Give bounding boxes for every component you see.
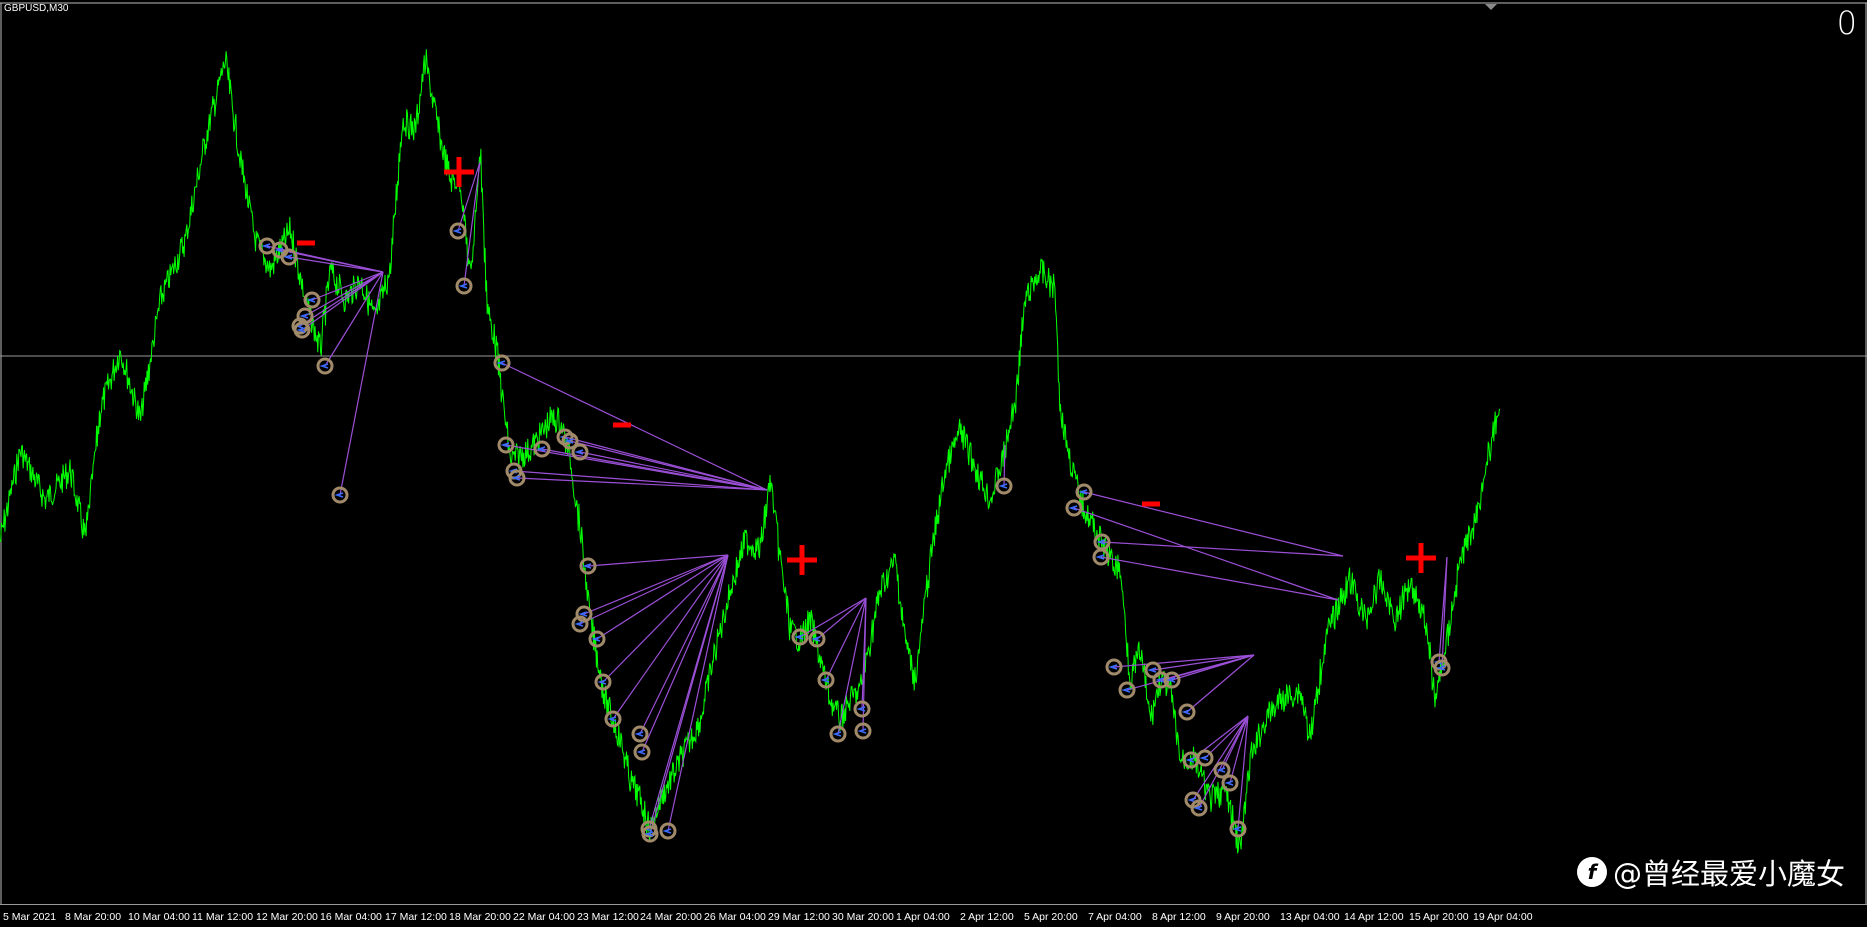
right-corner-label: 0 [1836, 4, 1857, 42]
time-axis-label: 17 Mar 12:00 [385, 911, 447, 923]
time-axis-label: 18 Mar 20:00 [449, 911, 511, 923]
time-axis-label: 2 Apr 12:00 [960, 911, 1014, 923]
time-axis-label: 1 Apr 04:00 [896, 911, 950, 923]
trade-line [1101, 541, 1344, 557]
plus-signal-icon [787, 545, 817, 575]
minus-signal-icon [613, 422, 631, 428]
trade-line [541, 448, 768, 491]
time-axis-label: 30 Mar 20:00 [832, 911, 894, 923]
trade-line [463, 161, 481, 287]
time-axis-label: 10 Mar 04:00 [128, 911, 190, 923]
time-axis-label: 29 Mar 12:00 [768, 911, 830, 923]
watermark-logo-icon: f [1576, 857, 1607, 887]
watermark-text: @曾经最爱小魔女 [1612, 857, 1845, 891]
time-axis-label: 7 Apr 04:00 [1088, 911, 1142, 923]
time-axis-label: 15 Apr 20:00 [1409, 911, 1469, 923]
time-axis-label: 16 Mar 04:00 [320, 911, 382, 923]
watermark: f @曾经最爱小魔女 [1576, 851, 1845, 893]
time-axis-label: 22 Mar 04:00 [513, 911, 575, 923]
trade-line [1083, 491, 1344, 557]
trade-line [579, 451, 768, 491]
time-axis-label: 8 Apr 12:00 [1152, 911, 1206, 923]
time-axis-label: 23 Mar 12:00 [577, 911, 639, 923]
time-axis-label: 12 Mar 20:00 [256, 911, 318, 923]
price-chart[interactable] [0, 0, 1867, 905]
time-axis-label: 19 Apr 04:00 [1473, 911, 1533, 923]
minus-signal-icon [1142, 501, 1160, 507]
chart-shift-marker-icon[interactable] [1485, 4, 1497, 10]
time-axis-label: 11 Mar 12:00 [192, 911, 254, 923]
chart-window[interactable]: GBPUSD,M30 0 5 Mar 2021 8 Mar 20:00 10 Mar… [0, 0, 1867, 927]
trade-markers[interactable] [258, 222, 1451, 843]
price-line [0, 49, 1501, 854]
trade-line [1204, 715, 1249, 759]
symbol-title: GBPUSD,M30 [4, 3, 69, 14]
trade-line [1100, 556, 1339, 601]
time-axis: 5 Mar 2021 8 Mar 20:00 10 Mar 04:00 11 Mar … [0, 904, 1867, 927]
time-axis-label: 14 Apr 12:00 [1344, 911, 1404, 923]
trade-line [339, 271, 384, 496]
time-axis-label: 24 Mar 20:00 [640, 911, 702, 923]
signal-marks [297, 157, 1436, 575]
time-axis-label: 13 Apr 04:00 [1280, 911, 1340, 923]
time-axis-label: 9 Apr 20:00 [1216, 911, 1270, 923]
minus-signal-icon [297, 240, 315, 246]
trade-line [288, 256, 384, 273]
time-axis-label: 8 Mar 20:00 [65, 911, 122, 923]
time-axis-label: 5 Apr 20:00 [1024, 911, 1078, 923]
time-axis-label: 5 Mar 2021 [3, 911, 57, 923]
trade-line [667, 554, 729, 832]
plus-signal-icon [1406, 543, 1436, 573]
time-axis-label: 26 Mar 04:00 [704, 911, 766, 923]
